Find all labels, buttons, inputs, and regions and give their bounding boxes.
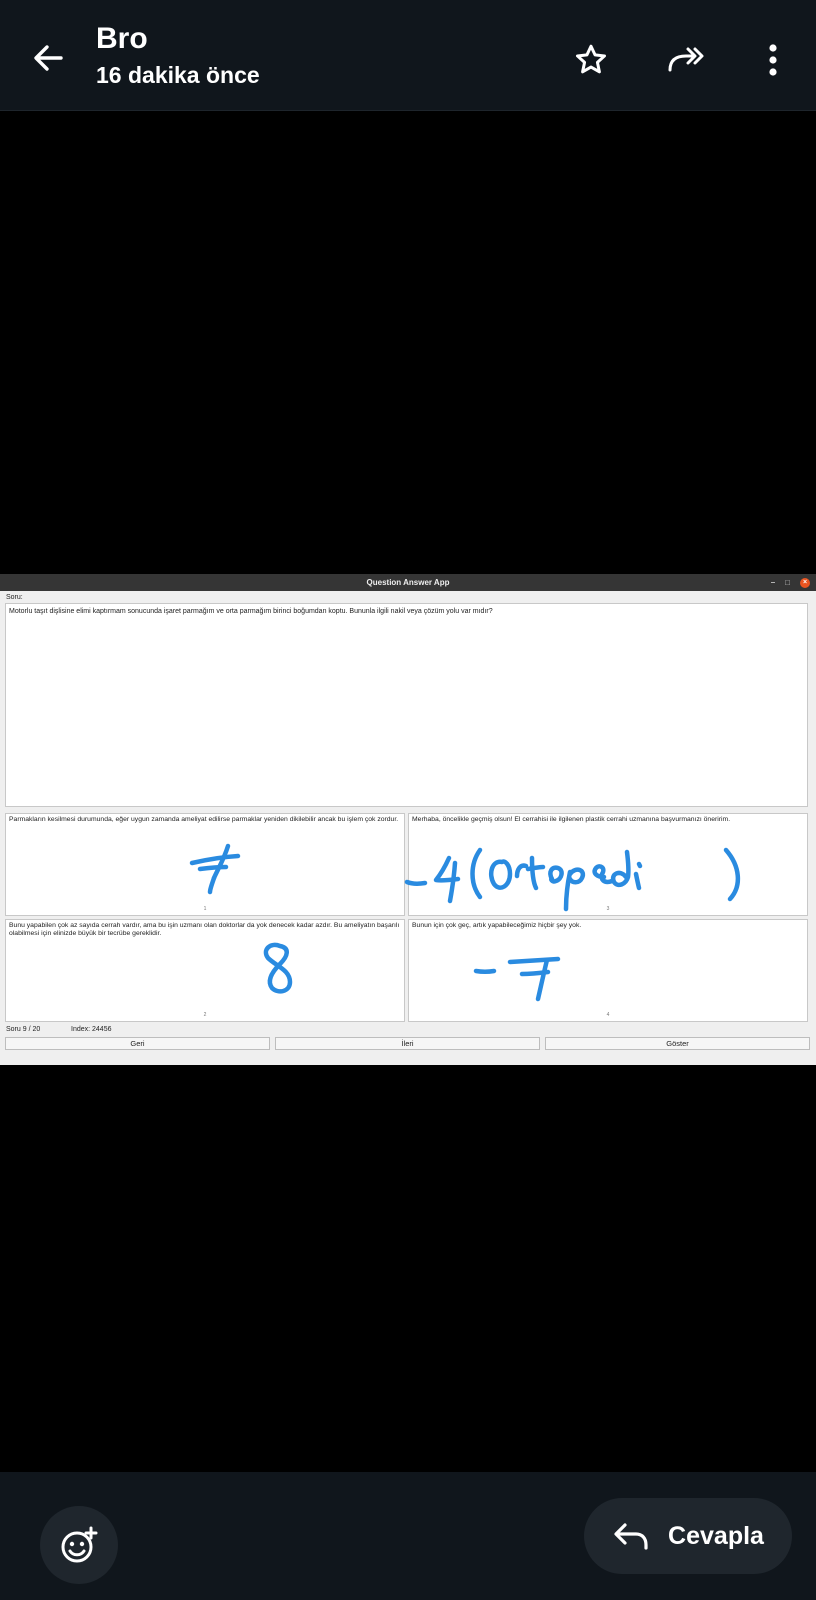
answer-text: Bunun için çok geç, artık yapabileceğimi… bbox=[412, 922, 582, 929]
star-button[interactable] bbox=[567, 36, 615, 84]
reply-icon bbox=[614, 1523, 648, 1550]
chat-header: Bro 16 dakika önce bbox=[0, 0, 816, 111]
answer-number: 4 bbox=[606, 1012, 610, 1018]
answer-number: 2 bbox=[203, 1012, 207, 1018]
app-body: Soru: Motorlu taşıt dişlisine elimi kapt… bbox=[0, 591, 816, 1065]
answer-number: 1 bbox=[203, 906, 207, 912]
minimize-icon[interactable]: – bbox=[771, 574, 775, 591]
maximize-icon[interactable]: □ bbox=[785, 574, 790, 591]
contact-name: Bro bbox=[96, 22, 148, 55]
forward-all-icon bbox=[668, 47, 704, 72]
add-reaction-button[interactable] bbox=[40, 1506, 118, 1584]
answer-option-3[interactable]: Merhaba, öncelikle geçmiş olsun! El cerr… bbox=[408, 813, 808, 916]
reply-label: Cevapla bbox=[668, 1521, 764, 1550]
answer-number: 3 bbox=[606, 906, 610, 912]
answer-option-4[interactable]: Bunun için çok geç, artık yapabileceğimi… bbox=[408, 919, 808, 1022]
answer-text: Merhaba, öncelikle geçmiş olsun! El cerr… bbox=[412, 816, 731, 823]
show-answer-button[interactable]: Göster bbox=[545, 1037, 810, 1050]
forward-button[interactable] bbox=[663, 36, 711, 84]
reply-button[interactable]: Cevapla bbox=[584, 1498, 792, 1574]
answer-option-2[interactable]: Bunu yapabilen çok az sayıda cerrah vard… bbox=[5, 919, 405, 1022]
window-titlebar: Question Answer App – □ × bbox=[0, 574, 816, 591]
emoji-add-icon bbox=[61, 1526, 98, 1563]
window-controls: – □ × bbox=[771, 574, 810, 591]
message-timestamp: 16 dakika önce bbox=[96, 62, 260, 88]
shared-photo[interactable]: Question Answer App – □ × Soru: Motorlu … bbox=[0, 574, 816, 1065]
back-question-button[interactable]: Geri bbox=[5, 1037, 270, 1050]
question-textbox[interactable]: Motorlu taşıt dişlisine elimi kaptırmam … bbox=[5, 603, 808, 807]
question-label: Soru: bbox=[6, 594, 23, 601]
back-arrow-icon bbox=[34, 45, 63, 71]
question-text: Motorlu taşıt dişlisine elimi kaptırmam … bbox=[9, 608, 493, 615]
close-icon[interactable]: × bbox=[800, 577, 810, 588]
question-index: Index: 24456 bbox=[71, 1026, 112, 1033]
answer-text: Parmakların kesilmesi durumunda, eğer uy… bbox=[9, 816, 399, 823]
more-vert-icon bbox=[769, 44, 777, 76]
window-title: Question Answer App bbox=[366, 578, 450, 587]
more-options-button[interactable] bbox=[749, 36, 797, 84]
answer-text: Bunu yapabilen çok az sayıda cerrah vard… bbox=[9, 922, 400, 937]
question-counter: Soru 9 / 20 bbox=[6, 1026, 41, 1033]
answer-option-1[interactable]: Parmakların kesilmesi durumunda, eğer uy… bbox=[5, 813, 405, 916]
back-button[interactable] bbox=[22, 32, 74, 84]
star-icon bbox=[576, 44, 606, 74]
bottom-action-bar: Cevapla bbox=[0, 1472, 816, 1600]
next-question-button[interactable]: İleri bbox=[275, 1037, 540, 1050]
